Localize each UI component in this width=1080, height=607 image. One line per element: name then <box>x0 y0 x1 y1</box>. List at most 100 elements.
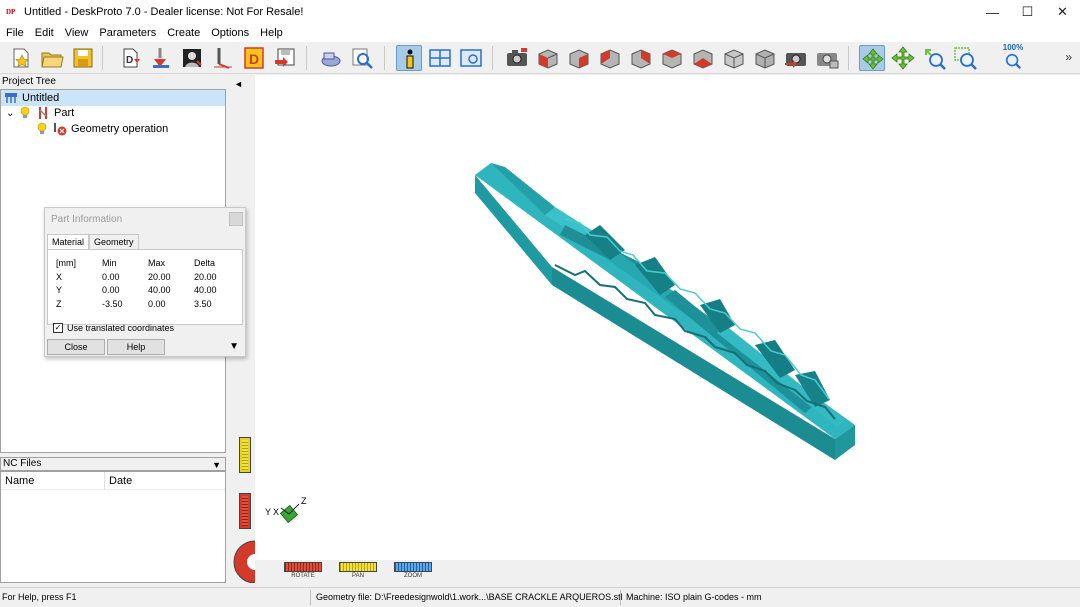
menu-file[interactable]: File <box>0 27 29 39</box>
column-header-units: [mm] <box>56 258 76 268</box>
tree-item-label: Part <box>54 107 75 119</box>
expand-chevron-icon[interactable]: ⌄ <box>6 108 18 119</box>
minimize-button[interactable]: — <box>975 0 1010 24</box>
layout-icon[interactable] <box>427 45 453 71</box>
view-top-icon[interactable] <box>659 45 685 71</box>
lightbulb-icon[interactable] <box>18 106 32 120</box>
menu-parameters[interactable]: Parameters <box>93 27 161 39</box>
use-translated-checkbox[interactable]: ✓ <box>53 323 63 333</box>
render2-icon[interactable] <box>814 45 840 71</box>
menu-help[interactable]: Help <box>254 27 288 39</box>
menu-create[interactable]: Create <box>161 27 205 39</box>
part-model-render: Y X Z <box>265 163 855 524</box>
axis-label-z: Z <box>301 496 307 506</box>
zoom-100-icon[interactable]: 100% <box>1000 43 1026 71</box>
tree-item-untitled[interactable]: Untitled <box>1 90 225 106</box>
project-icon <box>4 91 18 105</box>
new-file-icon[interactable] <box>8 45 34 71</box>
preview-icon[interactable] <box>318 45 344 71</box>
menu-edit[interactable]: Edit <box>29 27 59 39</box>
import-operation-icon[interactable] <box>148 45 174 71</box>
rotate-slider-vertical[interactable] <box>239 493 251 529</box>
zoom-tool-icon[interactable] <box>921 45 947 71</box>
axis-indicator: Y X Z <box>265 496 307 524</box>
operation-error-icon <box>53 122 67 136</box>
row-axis: X <box>56 271 63 282</box>
info-icon[interactable] <box>396 45 422 71</box>
menu-options[interactable]: Options <box>205 27 254 39</box>
pan-slider[interactable] <box>339 562 377 572</box>
project-tree-header: Project Tree <box>0 75 226 89</box>
open-folder-icon[interactable] <box>39 45 65 71</box>
help-button[interactable]: Help <box>107 339 165 355</box>
3d-viewport[interactable]: Y X Z <box>255 75 1080 560</box>
row-max: 0.00 <box>148 298 166 309</box>
view-front-icon[interactable] <box>535 45 561 71</box>
rotate-slider[interactable] <box>284 562 322 572</box>
import-bitmap-icon[interactable] <box>179 45 205 71</box>
lightbulb-icon[interactable] <box>35 122 49 136</box>
row-max: 40.00 <box>148 285 171 295</box>
inspect-icon[interactable] <box>349 45 375 71</box>
dimensions-table: [mm] Min Max Delta X 0.00 20.00 20.00 Y … <box>56 258 234 312</box>
zoom-window-icon[interactable] <box>952 45 978 71</box>
column-header-max: Max <box>148 258 166 268</box>
cutter-icon[interactable] <box>210 45 236 71</box>
column-header-date[interactable]: Date <box>105 475 132 487</box>
nc-files-dropdown-icon[interactable]: ▼ <box>212 459 221 471</box>
status-bar: For Help, press F1 Geometry file: D:\Fre… <box>0 587 1080 607</box>
column-header-min: Min <box>102 258 117 268</box>
screenshot-icon[interactable] <box>504 45 530 71</box>
part-information-dialog: Part Information Material Geometry [mm] … <box>44 207 246 357</box>
column-header-delta: Delta <box>194 258 216 268</box>
menu-view[interactable]: View <box>59 27 94 39</box>
row-delta: 20.00 <box>194 271 217 282</box>
rotate-label: ROTATE <box>291 573 315 579</box>
row-axis: Y <box>56 285 63 295</box>
row-delta: 40.00 <box>194 285 217 295</box>
pan-slider-vertical[interactable] <box>239 437 251 473</box>
rotate-tool-icon[interactable] <box>859 45 885 71</box>
tree-item-geometry-operation[interactable]: Geometry operation <box>35 121 168 137</box>
view-right-icon[interactable] <box>628 45 654 71</box>
axis-label-y: Y <box>265 507 271 517</box>
view-icon[interactable] <box>458 45 484 71</box>
zoom-slider[interactable] <box>394 562 432 572</box>
row-axis: Z <box>56 298 62 309</box>
menu-bar: File Edit View Parameters Create Options… <box>0 24 1080 42</box>
table-row: Z -3.50 0.00 3.50 <box>56 299 234 313</box>
view-back-icon[interactable] <box>566 45 592 71</box>
view-iso2-icon[interactable] <box>752 45 778 71</box>
view-iso1-icon[interactable] <box>721 45 747 71</box>
save-icon[interactable] <box>70 45 96 71</box>
view-left-icon[interactable] <box>597 45 623 71</box>
tree-item-part[interactable]: ⌄ Part <box>1 105 74 121</box>
view-bottom-icon[interactable] <box>690 45 716 71</box>
dialog-title: Part Information <box>51 214 123 225</box>
nc-files-header: NC Files ▼ <box>0 457 226 471</box>
maximize-button[interactable]: ☐ <box>1010 0 1045 24</box>
view-bottom-controls: ROTATE PAN ZOOM <box>255 560 1080 583</box>
zoom-label: ZOOM <box>404 573 422 579</box>
close-button[interactable]: Close <box>47 339 105 355</box>
pan-tool-icon[interactable] <box>890 45 916 71</box>
tab-geometry[interactable]: Geometry <box>89 234 139 250</box>
toolbar-more-button[interactable]: » <box>1065 50 1072 64</box>
table-row: Y 0.00 40.00 40.00 <box>56 285 234 299</box>
column-header-name[interactable]: Name <box>1 471 105 490</box>
app-logo-icon[interactable]: DP <box>6 5 20 19</box>
import-part-icon[interactable]: D <box>118 45 144 71</box>
collapse-arrow-icon[interactable]: ◄ <box>234 79 243 89</box>
status-help: For Help, press F1 <box>2 592 77 602</box>
tab-material[interactable]: Material <box>47 234 90 250</box>
drawing-icon[interactable]: D <box>241 45 267 71</box>
dialog-expand-icon[interactable]: ▼ <box>229 341 239 352</box>
save-as-icon[interactable] <box>272 45 298 71</box>
close-window-button[interactable]: ✕ <box>1045 0 1080 24</box>
tree-item-label: Geometry operation <box>71 123 169 135</box>
use-translated-checkbox-row[interactable]: ✓ Use translated coordinates <box>53 323 174 333</box>
tree-item-label: Untitled <box>22 92 60 104</box>
render-icon[interactable] <box>783 45 809 71</box>
dialog-close-icon[interactable] <box>229 212 243 226</box>
row-delta: 3.50 <box>194 298 212 309</box>
